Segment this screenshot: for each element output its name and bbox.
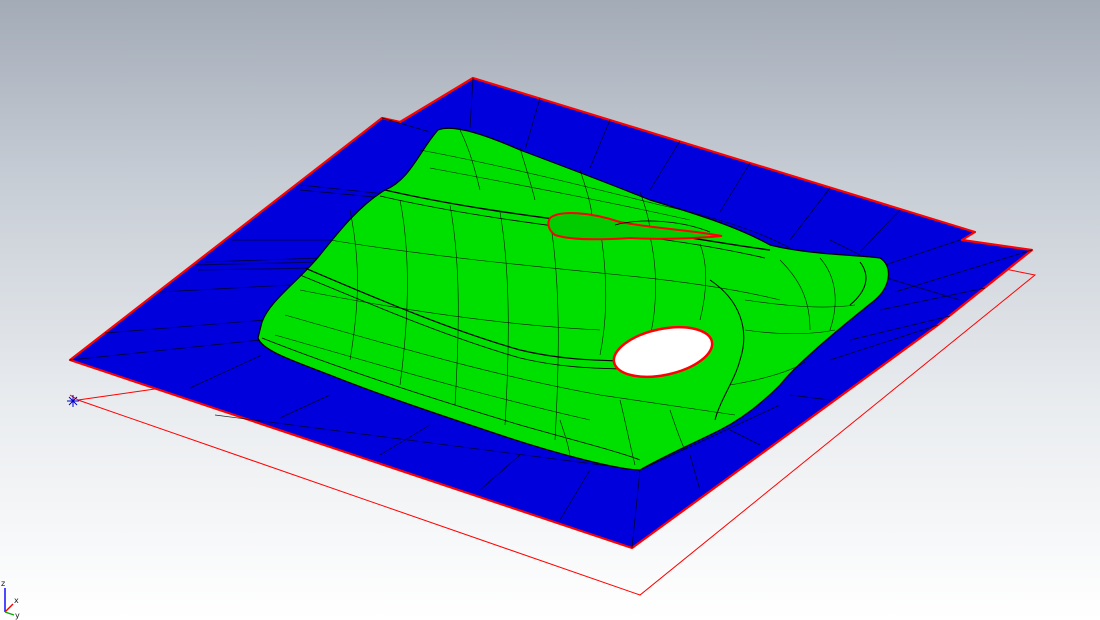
origin-marker-icon[interactable]: [67, 395, 79, 407]
axis-z-label: z: [1, 579, 5, 588]
cad-scene[interactable]: z x y: [0, 0, 1100, 620]
cad-3d-viewport[interactable]: z x y: [0, 0, 1100, 620]
axis-triad-icon: z x y: [1, 579, 20, 620]
axis-x-label: x: [14, 596, 19, 605]
axis-y-label: y: [15, 611, 20, 620]
